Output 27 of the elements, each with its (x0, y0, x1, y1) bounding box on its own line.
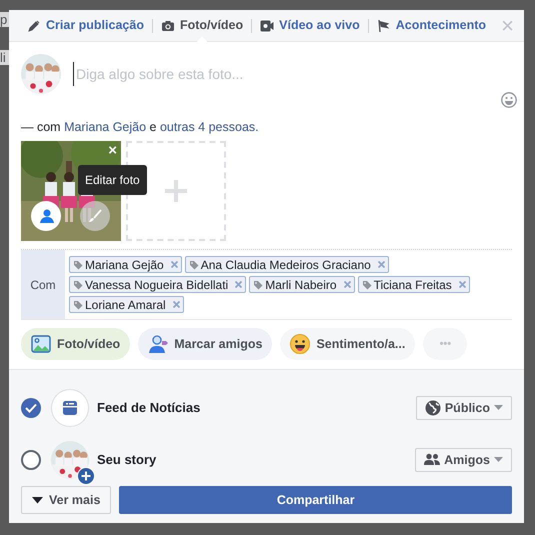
action-button[interactable]: Sentimento/a... (280, 328, 416, 360)
field-label: Com (21, 250, 65, 319)
tab[interactable]: Acontecimento (368, 10, 494, 42)
privacy-dropdown[interactable]: Amigos (415, 448, 512, 472)
tag-name: Marli Nabeiro (265, 276, 337, 294)
tab[interactable]: Foto/vídeo (152, 10, 252, 42)
privacy-dropdown[interactable]: Público (416, 396, 512, 420)
person-link[interactable]: outras 4 pessoas. (160, 120, 259, 134)
tooltip: Editar foto (78, 165, 147, 195)
action-button[interactable]: Marcar amigos (138, 328, 272, 360)
remove-button[interactable]: × (108, 143, 117, 158)
tag-name: Vanessa Nogueira Bidellati (85, 276, 228, 294)
share-button[interactable]: Compartilhar (119, 486, 512, 514)
tag-name: Ana Claudia Medeiros Graciano (200, 256, 371, 274)
see-more-button[interactable]: Ver mais (21, 486, 112, 514)
person-link[interactable]: Mariana Gejão (64, 120, 146, 134)
audience-label: Seu story (97, 451, 156, 470)
background-text: li (0, 50, 9, 65)
tag-name: Ticiana Freitas (374, 276, 452, 294)
tab[interactable]: Criar publicação (19, 10, 152, 42)
action-button[interactable]: Foto/vídeo (21, 328, 130, 360)
tag-name: Loriane Amaral (85, 296, 166, 314)
background-text: p (0, 12, 9, 27)
tab[interactable]: Vídeo ao vivo (252, 10, 368, 42)
tagged-people-text: — com Mariana Gejão e outras 4 pessoas. (20, 119, 260, 136)
audience-label: Feed de Notícias (97, 399, 200, 418)
tag-name: Mariana Gejão (85, 256, 164, 274)
